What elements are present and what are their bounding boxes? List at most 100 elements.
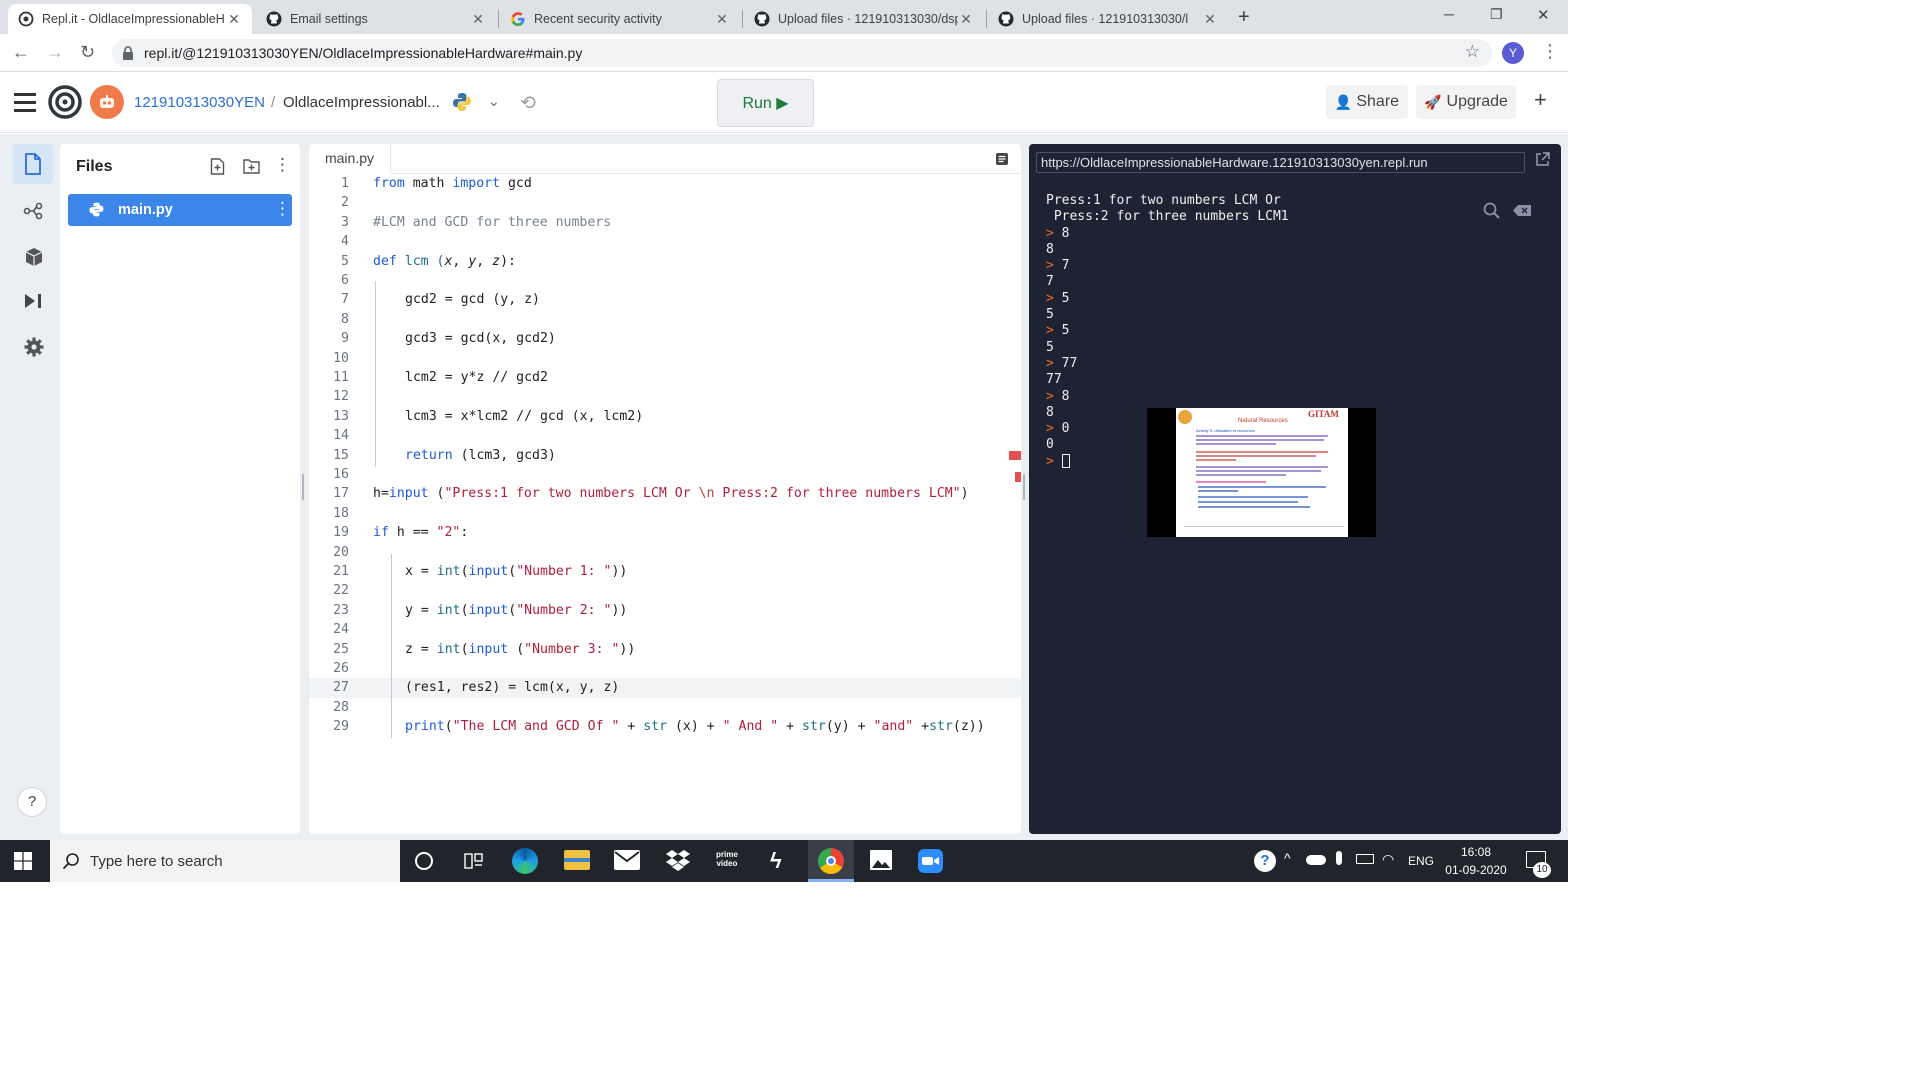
code-line[interactable]: 5 def lcm (x, y, z): xyxy=(309,252,1021,272)
taskbar-search-box[interactable]: Type here to search xyxy=(50,840,400,882)
clock-date[interactable]: 01-09-2020 xyxy=(1440,863,1512,877)
chrome-taskbar-item[interactable] xyxy=(808,840,854,882)
new-file-icon[interactable] xyxy=(210,158,225,180)
omnibox[interactable]: repl.it/@121910313030YEN/OldlaceImpressi… xyxy=(112,39,1492,67)
code-line[interactable]: 15 return (lcm3, gcd3) xyxy=(309,446,1021,466)
packages-cube-icon[interactable] xyxy=(24,247,44,272)
microphone-icon[interactable] xyxy=(1336,851,1342,865)
history-icon[interactable]: ⟲ xyxy=(520,92,536,115)
username-link[interactable]: 121910313030YEN xyxy=(134,94,265,111)
code-editor[interactable]: main.py 1 from math import gcd 2 3 #LCM and … xyxy=(309,144,1021,834)
windows-start-icon[interactable] xyxy=(14,852,32,875)
code-line[interactable]: 13 lcm3 = x*lcm2 // gcd (x, lcm2) xyxy=(309,407,1021,427)
code-line[interactable]: 17 h=input ("Press:1 for two numbers LCM … xyxy=(309,484,1021,504)
cortana-icon[interactable] xyxy=(415,852,433,870)
console-pane[interactable]: https://OldlaceImpressionableHardware.12… xyxy=(1029,144,1561,834)
file-explorer-icon[interactable] xyxy=(564,850,590,870)
add-button[interactable]: + xyxy=(1534,87,1547,113)
photos-icon[interactable] xyxy=(870,850,892,870)
files-menu-icon[interactable]: ⋮ xyxy=(274,155,291,175)
close-tab-icon[interactable]: ✕ xyxy=(1202,11,1218,28)
help-tray-icon[interactable]: ? xyxy=(1254,850,1276,872)
settings-gear-icon[interactable] xyxy=(24,337,44,362)
browser-tab-upload-files-2[interactable]: Upload files · 121910313030/l ✕ xyxy=(988,4,1228,34)
open-new-window-icon[interactable] xyxy=(1535,152,1550,172)
code-line[interactable]: 11 lcm2 = y*z // gcd2 xyxy=(309,368,1021,388)
task-view-icon[interactable] xyxy=(464,852,484,875)
close-tab-icon[interactable]: ✕ xyxy=(714,11,730,28)
code-line[interactable]: 26 xyxy=(309,659,1021,679)
files-icon[interactable] xyxy=(13,144,53,184)
version-control-icon[interactable] xyxy=(23,202,43,225)
webview-url-field[interactable]: https://OldlaceImpressionableHardware.12… xyxy=(1036,152,1525,173)
share-button[interactable]: 👤 Share xyxy=(1326,85,1408,119)
clock-time[interactable]: 16:08 xyxy=(1446,845,1506,859)
file-item-main-py[interactable]: main.py ⋮ xyxy=(68,194,292,226)
mail-icon[interactable] xyxy=(614,850,640,870)
minimize-button[interactable]: ─ xyxy=(1444,6,1454,22)
browser-menu-icon[interactable]: ⋮ xyxy=(1541,41,1559,62)
code-line[interactable]: 28 xyxy=(309,698,1021,718)
new-tab-button[interactable]: + xyxy=(1238,6,1250,29)
repl-name[interactable]: OldlaceImpressionabl... xyxy=(283,94,440,111)
battery-icon[interactable] xyxy=(1356,854,1374,864)
code-line[interactable]: 24 xyxy=(309,620,1021,640)
chevron-down-icon[interactable]: ⌄ xyxy=(488,93,500,110)
upgrade-button[interactable]: 🚀 Upgrade xyxy=(1416,85,1516,119)
prime-video-icon[interactable]: prime video xyxy=(716,850,738,868)
code-line[interactable]: 21 x = int(input("Number 1: ")) xyxy=(309,562,1021,582)
clear-console-icon[interactable] xyxy=(1512,204,1532,222)
code-line[interactable]: 6 xyxy=(309,271,1021,291)
code-line[interactable]: 12 xyxy=(309,387,1021,407)
code-line[interactable]: 10 xyxy=(309,349,1021,369)
browser-tab-replit[interactable]: Repl.it - OldlaceImpressionableH ✕ xyxy=(8,4,252,34)
help-icon[interactable]: ? xyxy=(17,787,47,817)
hamburger-menu-icon[interactable] xyxy=(14,93,36,112)
code-line[interactable]: 9 gcd3 = gcd(x, gcd2) xyxy=(309,329,1021,349)
zoom-icon[interactable] xyxy=(918,849,943,873)
code-line[interactable]: 27 (res1, res2) = lcm(x, y, z) xyxy=(309,678,1021,698)
code-line[interactable]: 2 xyxy=(309,193,1021,213)
back-arrow-icon[interactable]: ← xyxy=(12,42,30,63)
code-line[interactable]: 4 xyxy=(309,232,1021,252)
code-line[interactable]: 14 xyxy=(309,426,1021,446)
maximize-button[interactable]: ❐ xyxy=(1490,6,1503,23)
reload-icon[interactable]: ↻ xyxy=(80,42,95,63)
code-line[interactable]: 1 from math import gcd xyxy=(309,174,1021,194)
pane-resize-handle[interactable] xyxy=(302,474,304,500)
code-line[interactable]: 7 gcd2 = gcd (y, z) xyxy=(309,290,1021,310)
close-tab-icon[interactable]: ✕ xyxy=(470,11,486,28)
close-tab-icon[interactable]: ✕ xyxy=(226,11,242,28)
browser-tab-upload-files-1[interactable]: Upload files · 121910313030/dsp ✕ xyxy=(744,4,984,34)
code-line[interactable]: 8 xyxy=(309,310,1021,330)
code-line[interactable]: 16 xyxy=(309,465,1021,485)
code-line[interactable]: 20 xyxy=(309,543,1021,563)
code-line[interactable]: 3 #LCM and GCD for three numbers xyxy=(309,213,1021,233)
file-menu-icon[interactable]: ⋮ xyxy=(274,199,291,219)
code-line[interactable]: 18 xyxy=(309,504,1021,524)
code-line[interactable]: 19 if h == "2": xyxy=(309,523,1021,543)
user-avatar[interactable] xyxy=(90,85,124,119)
editor-tab-main-py[interactable]: main.py xyxy=(309,144,391,174)
browser-tab-security-activity[interactable]: Recent security activity ✕ xyxy=(500,4,740,34)
presentation-overlay[interactable]: GITAM Natural Resources Activity 3: Util… xyxy=(1147,408,1376,537)
language-indicator[interactable]: ENG xyxy=(1408,854,1434,868)
close-tab-icon[interactable]: ✕ xyxy=(958,11,974,28)
lightning-app-icon[interactable]: ϟ xyxy=(770,848,782,874)
profile-avatar[interactable]: Y xyxy=(1502,42,1524,64)
pane-resize-handle[interactable] xyxy=(1023,474,1025,500)
forward-arrow-icon[interactable]: → xyxy=(46,42,64,63)
replit-logo-icon[interactable] xyxy=(48,85,82,124)
code-line[interactable]: 29 print("The LCM and GCD Of " + str (x) … xyxy=(309,717,1021,737)
code-line[interactable]: 23 y = int(input("Number 2: ")) xyxy=(309,601,1021,621)
console-search-icon[interactable] xyxy=(1483,202,1500,224)
close-window-button[interactable]: ✕ xyxy=(1537,6,1550,24)
debugger-play-icon[interactable] xyxy=(24,293,44,314)
editor-format-icon[interactable] xyxy=(995,152,1009,171)
run-button[interactable]: Run ▶ xyxy=(717,79,814,127)
browser-tab-email-settings[interactable]: Email settings ✕ xyxy=(256,4,496,34)
edge-browser-icon[interactable] xyxy=(512,848,538,874)
code-line[interactable]: 25 z = int(input ("Number 3: ")) xyxy=(309,640,1021,660)
new-folder-icon[interactable] xyxy=(243,158,260,179)
code-line[interactable]: 22 xyxy=(309,581,1021,601)
